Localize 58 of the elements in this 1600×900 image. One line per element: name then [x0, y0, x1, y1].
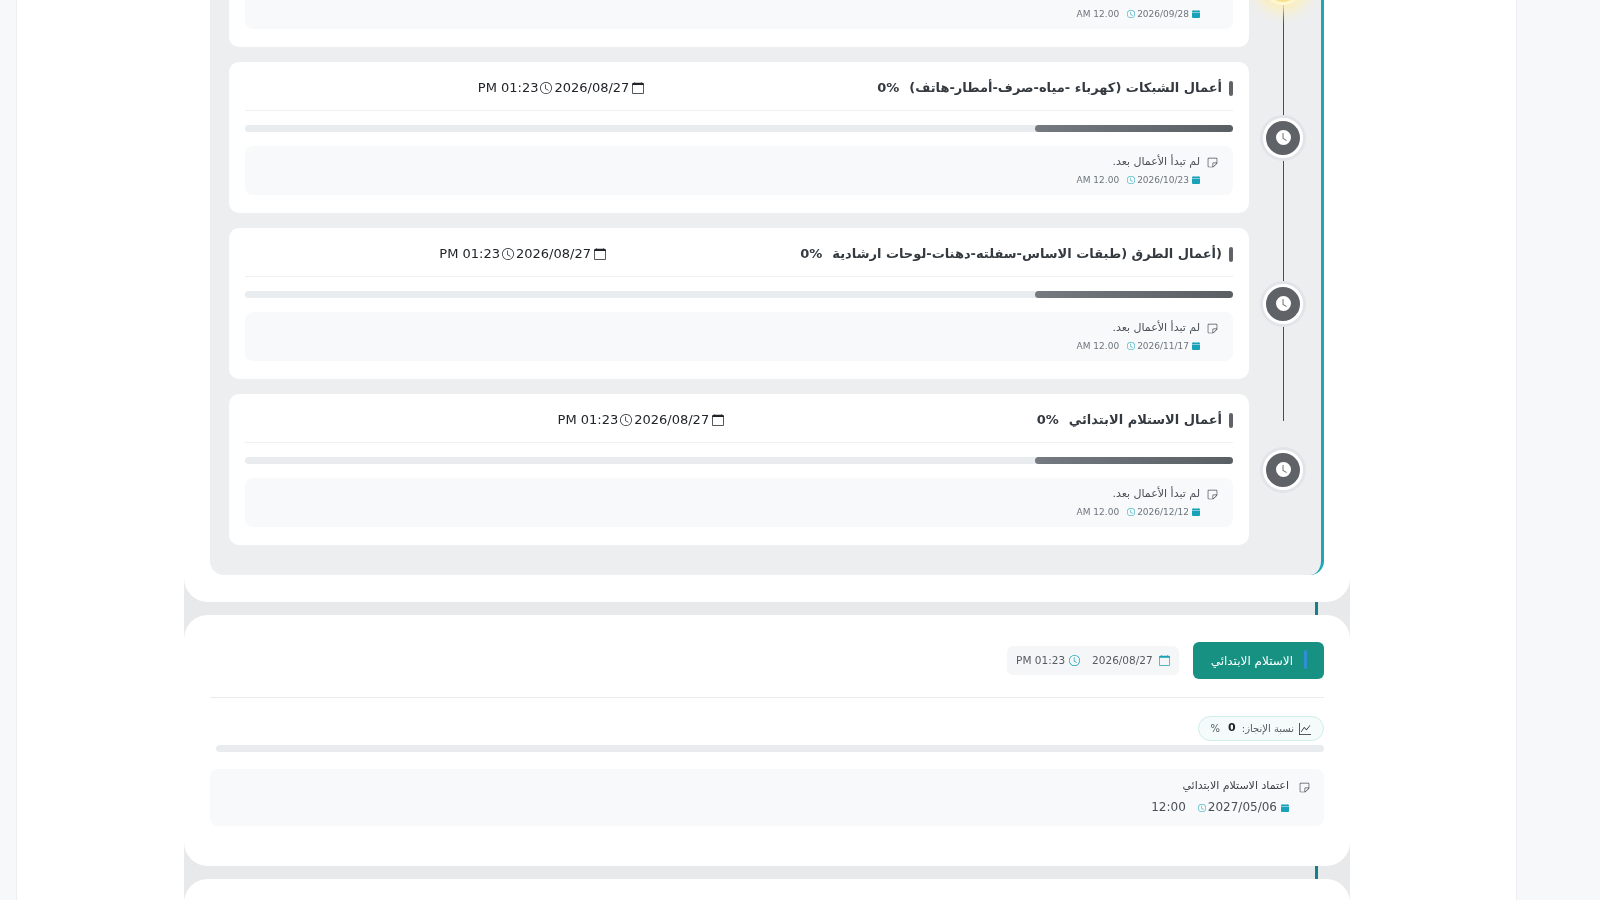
- note-text: لم تبدأ الأعمال بعد.: [1111, 320, 1200, 336]
- note-text: لم تبدأ الأعمال بعد.: [1111, 154, 1200, 170]
- progress-label: نسبة الإنجاز:: [1241, 722, 1294, 736]
- line-chart-icon: [1299, 722, 1311, 735]
- note-time: AM 12.00: [1076, 175, 1120, 185]
- progress-unit: %: [1210, 722, 1221, 736]
- timeline-marker-icon: [1263, 283, 1303, 324]
- clock-icon: [1197, 803, 1206, 812]
- task-date: 2026/08/27: [554, 79, 630, 98]
- clock-icon: [620, 414, 633, 426]
- note-time: AM 12.00: [1076, 507, 1120, 517]
- task-percent: 0%: [800, 245, 823, 264]
- stage-time: PM 01:23: [1016, 652, 1066, 668]
- note-time: 12:00: [1151, 798, 1186, 816]
- note-time: AM 12.00: [1076, 9, 1120, 19]
- calendar-icon: [1192, 508, 1200, 516]
- calendar-icon: [1281, 804, 1289, 812]
- task-time: PM 01:23: [439, 245, 500, 264]
- note-date: 2027/05/06: [1207, 798, 1277, 816]
- timeline-marker-icon: [1263, 449, 1303, 490]
- calendar-icon: [712, 414, 725, 426]
- vertical-bar-icon: [1229, 80, 1233, 96]
- clock-icon: [1127, 176, 1136, 184]
- vertical-bar-icon: [1304, 649, 1307, 669]
- clock-icon: [1127, 508, 1136, 516]
- task-date: 2026/08/27: [634, 411, 710, 430]
- note-date: 2026/12/12: [1137, 507, 1189, 517]
- stage-date: 2026/08/27: [1092, 652, 1153, 668]
- timeline-marker-icon: [1263, 117, 1303, 158]
- vertical-bar-icon: [1229, 412, 1233, 428]
- note-text: اعتماد الاستلام الابتدائي: [1181, 778, 1289, 794]
- stage-button[interactable]: الاستلام الابتدائي: [1192, 642, 1324, 679]
- calendar-icon: [593, 248, 606, 260]
- task-time: PM 01:23: [477, 79, 539, 98]
- vertical-bar-icon: [1229, 246, 1233, 262]
- note-time: AM 12.00: [1076, 341, 1120, 351]
- note-date: 2026/09/28: [1137, 9, 1189, 19]
- calendar-icon: [632, 82, 645, 94]
- clock-icon: [540, 82, 553, 94]
- note-text: لم تبدأ الأعمال بعد.: [1111, 486, 1200, 502]
- clock-icon: [1127, 10, 1136, 18]
- progress-value: 0: [1228, 720, 1236, 737]
- task-time: PM 01:23: [557, 411, 619, 430]
- task-date: 2026/08/27: [516, 245, 591, 264]
- calendar-icon: [1192, 176, 1200, 184]
- task-title: (أعمال الطرق (طبقات الاساس-سفلته-دهنات-لوحات ارشادية: [832, 244, 1222, 264]
- clock-icon: [1127, 342, 1136, 350]
- task-title: أعمال الاستلام الابتدائي: [1068, 410, 1222, 430]
- task-title: أعمال الشبكات (كهرباء -مياه-صرف-أمطار-هاتف): [909, 78, 1222, 98]
- clock-icon: [502, 248, 514, 260]
- clock-icon: [1069, 655, 1081, 666]
- task-percent: 0%: [877, 79, 900, 98]
- calendar-icon: [1158, 655, 1170, 666]
- note-date: 2026/11/17: [1137, 341, 1189, 351]
- calendar-icon: [1192, 342, 1200, 350]
- note-date: 2026/10/23: [1137, 175, 1189, 185]
- calendar-icon: [1192, 10, 1200, 18]
- task-percent: 0%: [1036, 411, 1059, 430]
